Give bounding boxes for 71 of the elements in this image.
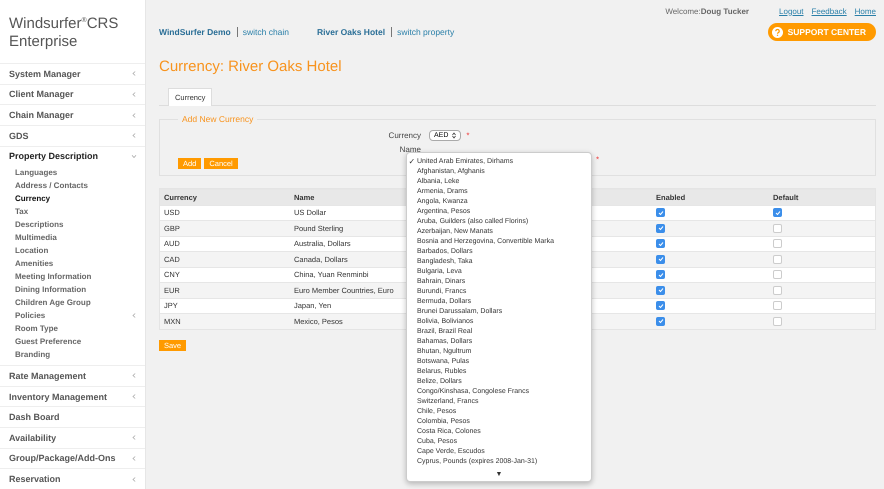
sidebar-item[interactable]: Reservation <box>0 468 145 489</box>
enabled-checkbox[interactable] <box>656 208 665 218</box>
default-checkbox[interactable] <box>773 286 782 295</box>
sidebar-item[interactable]: Group/Package/Add-Ons <box>0 448 145 468</box>
property-name: River Oaks Hotel <box>317 27 386 37</box>
enabled-checkbox[interactable] <box>656 316 665 326</box>
sidebar-item[interactable]: Property Description <box>0 146 145 166</box>
sidebar-item[interactable]: GDS <box>0 124 145 146</box>
sidebar-item[interactable]: Availability <box>0 427 145 448</box>
enabled-checkbox[interactable] <box>656 270 665 280</box>
default-checkbox[interactable] <box>773 208 782 218</box>
sidebar-subitem[interactable]: Branding <box>0 348 145 362</box>
sidebar-item[interactable]: System Manager <box>0 63 145 84</box>
sidebar-subitem[interactable]: Location <box>0 244 145 258</box>
sidebar-subitem[interactable]: Meeting Information <box>0 270 145 284</box>
sidebar-item[interactable]: Inventory Management <box>0 386 145 406</box>
header-link[interactable]: Logout <box>779 6 804 16</box>
sidebar-subitem[interactable]: Address / Contacts <box>0 179 145 192</box>
sidebar-subitem[interactable]: Room Type <box>0 322 145 336</box>
default-checkbox[interactable] <box>773 224 782 233</box>
welcome-text: Welcome:Doug Tucker <box>665 6 750 16</box>
sidebar-item[interactable]: Chain Manager <box>0 104 145 125</box>
sidebar-item[interactable]: Rate Management <box>0 365 145 386</box>
enabled-checkbox[interactable] <box>656 239 665 248</box>
sidebar-item[interactable]: Client Manager <box>0 84 145 104</box>
chevron-icon <box>132 313 136 318</box>
field-label: Name <box>398 144 421 154</box>
chevron-icon <box>132 92 136 97</box>
switch-chain-link[interactable]: switch chain <box>236 27 290 37</box>
required-mark: * <box>596 155 600 164</box>
chevron-icon <box>132 112 136 118</box>
sidebar-subitem[interactable]: Dining Information <box>0 283 145 296</box>
default-checkbox[interactable] <box>773 254 782 264</box>
sidebar-subitem[interactable]: Languages <box>0 166 145 180</box>
selected-check: ✓ <box>408 156 416 166</box>
enabled-checkbox[interactable] <box>656 286 665 295</box>
chevron-icon <box>132 154 136 158</box>
default-checkbox[interactable] <box>773 270 782 280</box>
enabled-checkbox[interactable] <box>656 224 665 233</box>
sidebar-item[interactable]: Dash Board <box>0 406 145 428</box>
sidebar-subitem[interactable]: Multimedia <box>0 231 145 244</box>
page-title: Currency: River Oaks Hotel <box>159 58 343 77</box>
sidebar-subitem[interactable]: Currency <box>0 192 145 206</box>
chevron-icon <box>132 71 136 76</box>
sidebar-subitem[interactable]: Children Age Group <box>0 296 145 310</box>
header-link[interactable]: Feedback <box>812 6 847 16</box>
sidebar-subitem[interactable]: Policies <box>0 309 145 322</box>
help-icon <box>772 26 783 38</box>
chevron-icon <box>132 435 136 440</box>
enabled-checkbox[interactable] <box>656 301 665 310</box>
brand-logo: Windsurfer$^{®}$CRS Enterprise <box>8 14 120 52</box>
default-checkbox[interactable] <box>773 239 782 248</box>
chevron-icon <box>132 133 136 138</box>
sidebar-subitem[interactable]: Tax <box>0 205 145 218</box>
sidebar-subitem[interactable]: Descriptions <box>0 218 145 232</box>
field-label: Currency <box>388 130 421 140</box>
header-link[interactable]: Home <box>854 6 876 16</box>
enabled-checkbox[interactable] <box>656 254 665 264</box>
sidebar-subitem[interactable]: Amenities <box>0 257 145 270</box>
sidebar-subitem[interactable]: Guest Preference <box>0 335 145 348</box>
switch-property-link[interactable]: switch property <box>391 27 454 37</box>
chevron-icon <box>132 456 136 461</box>
default-checkbox[interactable] <box>773 301 782 310</box>
updown-icon <box>452 132 456 138</box>
chevron-icon <box>132 373 136 378</box>
chain-name: WindSurfer Demo <box>159 27 231 37</box>
chevron-icon <box>132 476 136 482</box>
required-mark: * <box>466 130 470 140</box>
chevron-icon <box>132 394 136 400</box>
panel-legend: Add New Currency <box>178 114 258 124</box>
default-checkbox[interactable] <box>773 316 782 326</box>
